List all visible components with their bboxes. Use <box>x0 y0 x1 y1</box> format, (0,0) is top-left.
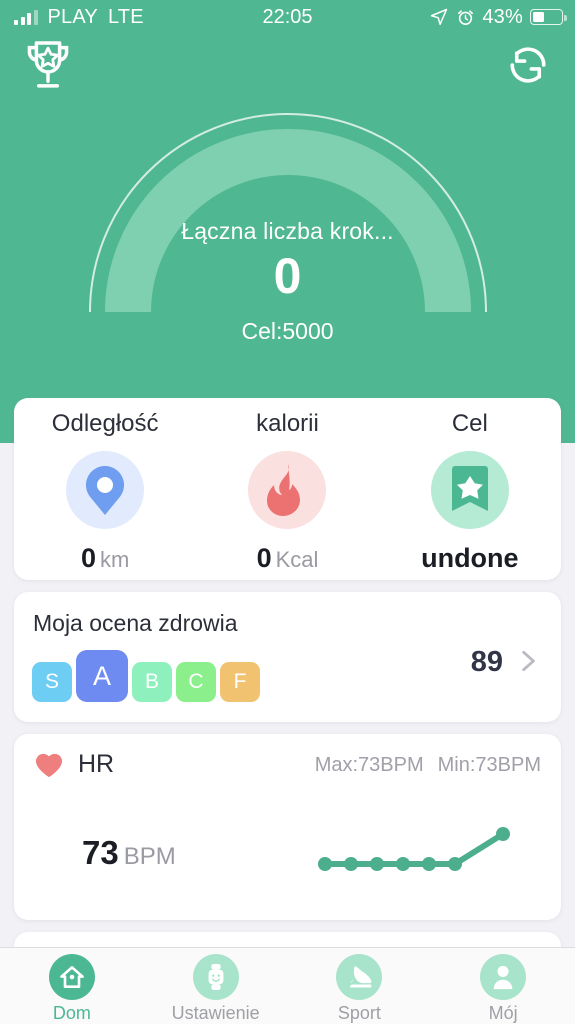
nav-label-sport: Sport <box>337 1003 381 1023</box>
stat-distance-value: 0 km <box>80 543 130 573</box>
steps-gauge: Łączna liczba krok... 0 <box>0 100 575 330</box>
person-icon <box>480 954 527 1000</box>
grade-badge-s[interactable]: S <box>32 662 72 702</box>
health-score-card[interactable]: Moja ocena zdrowia S A B C F 89 <box>14 592 561 722</box>
home-icon <box>48 954 95 1000</box>
heart-icon <box>35 753 63 777</box>
stat-distance-unit: km <box>100 547 130 572</box>
nav-label-settings: Ustawienie <box>171 1003 260 1023</box>
app-screen: PLAY LTE 22:05 43% Łączna liczba krok...… <box>0 0 575 1024</box>
shoe-icon <box>336 954 383 1000</box>
nav-label-profile: Mój <box>488 1003 518 1023</box>
grade-badge-f[interactable]: F <box>220 662 260 702</box>
health-score-value: 89 <box>470 646 503 678</box>
stat-calories-value: 0 Kcal <box>256 543 319 573</box>
nav-item-home[interactable]: Dom <box>0 954 144 1024</box>
stat-distance[interactable]: Odległość 0 km <box>14 410 196 580</box>
nav-item-settings[interactable]: Ustawienie <box>144 954 288 1024</box>
trophy-icon[interactable] <box>20 36 76 94</box>
heart-rate-sparkline <box>318 827 510 871</box>
clock-label: 22:05 <box>262 5 313 28</box>
bottom-navigation: Dom Ustawienie Sport Mój <box>0 947 575 1024</box>
status-bar: PLAY LTE 22:05 43% <box>0 0 575 34</box>
heart-rate-minmax: Max:73BPM Min:73BPM <box>301 754 541 777</box>
grade-scale: S A B C F <box>32 650 260 702</box>
stats-card: Odległość 0 km kalorii 0 Kcal Cel undone <box>14 398 561 580</box>
flame-icon <box>248 451 327 529</box>
heart-rate-min-label: Min:73BPM <box>437 754 541 776</box>
heart-rate-max-label: Max:73BPM <box>314 754 424 776</box>
stats-row: Odległość 0 km kalorii 0 Kcal Cel undone <box>14 398 561 580</box>
nav-label-home: Dom <box>52 1003 91 1023</box>
heart-rate-card[interactable]: HR Max:73BPM Min:73BPM 73 BPM <box>14 734 561 920</box>
stat-goal-value: undone <box>421 543 519 573</box>
grade-badge-a[interactable]: A <box>76 650 128 702</box>
heart-rate-value: 73 BPM <box>82 834 176 871</box>
location-pin-icon <box>66 451 145 529</box>
goal-badge-star-icon <box>430 451 509 529</box>
battery-icon <box>530 9 567 25</box>
stat-calories-title: kalorii <box>256 410 319 437</box>
stat-distance-title: Odległość <box>51 410 159 437</box>
stat-calories-unit: Kcal <box>275 547 319 572</box>
grade-badge-c[interactable]: C <box>176 662 216 702</box>
heart-rate-title: HR <box>78 750 115 778</box>
sync-icon[interactable] <box>501 38 555 92</box>
health-score-title: Moja ocena zdrowia <box>33 610 238 636</box>
smartwatch-icon <box>192 954 239 1000</box>
stat-goal[interactable]: Cel undone <box>379 410 561 580</box>
heart-rate-header: HR <box>34 750 114 779</box>
grade-badge-b[interactable]: B <box>132 662 172 702</box>
nav-item-profile[interactable]: Mój <box>431 954 575 1024</box>
header-toolbar <box>0 36 575 94</box>
nav-item-sport[interactable]: Sport <box>288 954 432 1024</box>
header-panel: PLAY LTE 22:05 43% Łączna liczba krok...… <box>0 0 575 443</box>
heart-rate-unit: BPM <box>123 843 176 870</box>
chevron-right-icon[interactable] <box>515 647 541 675</box>
stat-calories[interactable]: kalorii 0 Kcal <box>196 410 378 580</box>
status-bar-center: 22:05 <box>0 6 575 29</box>
stat-goal-title: Cel <box>451 410 488 437</box>
steps-goal-label: Cel:5000 <box>241 318 334 344</box>
